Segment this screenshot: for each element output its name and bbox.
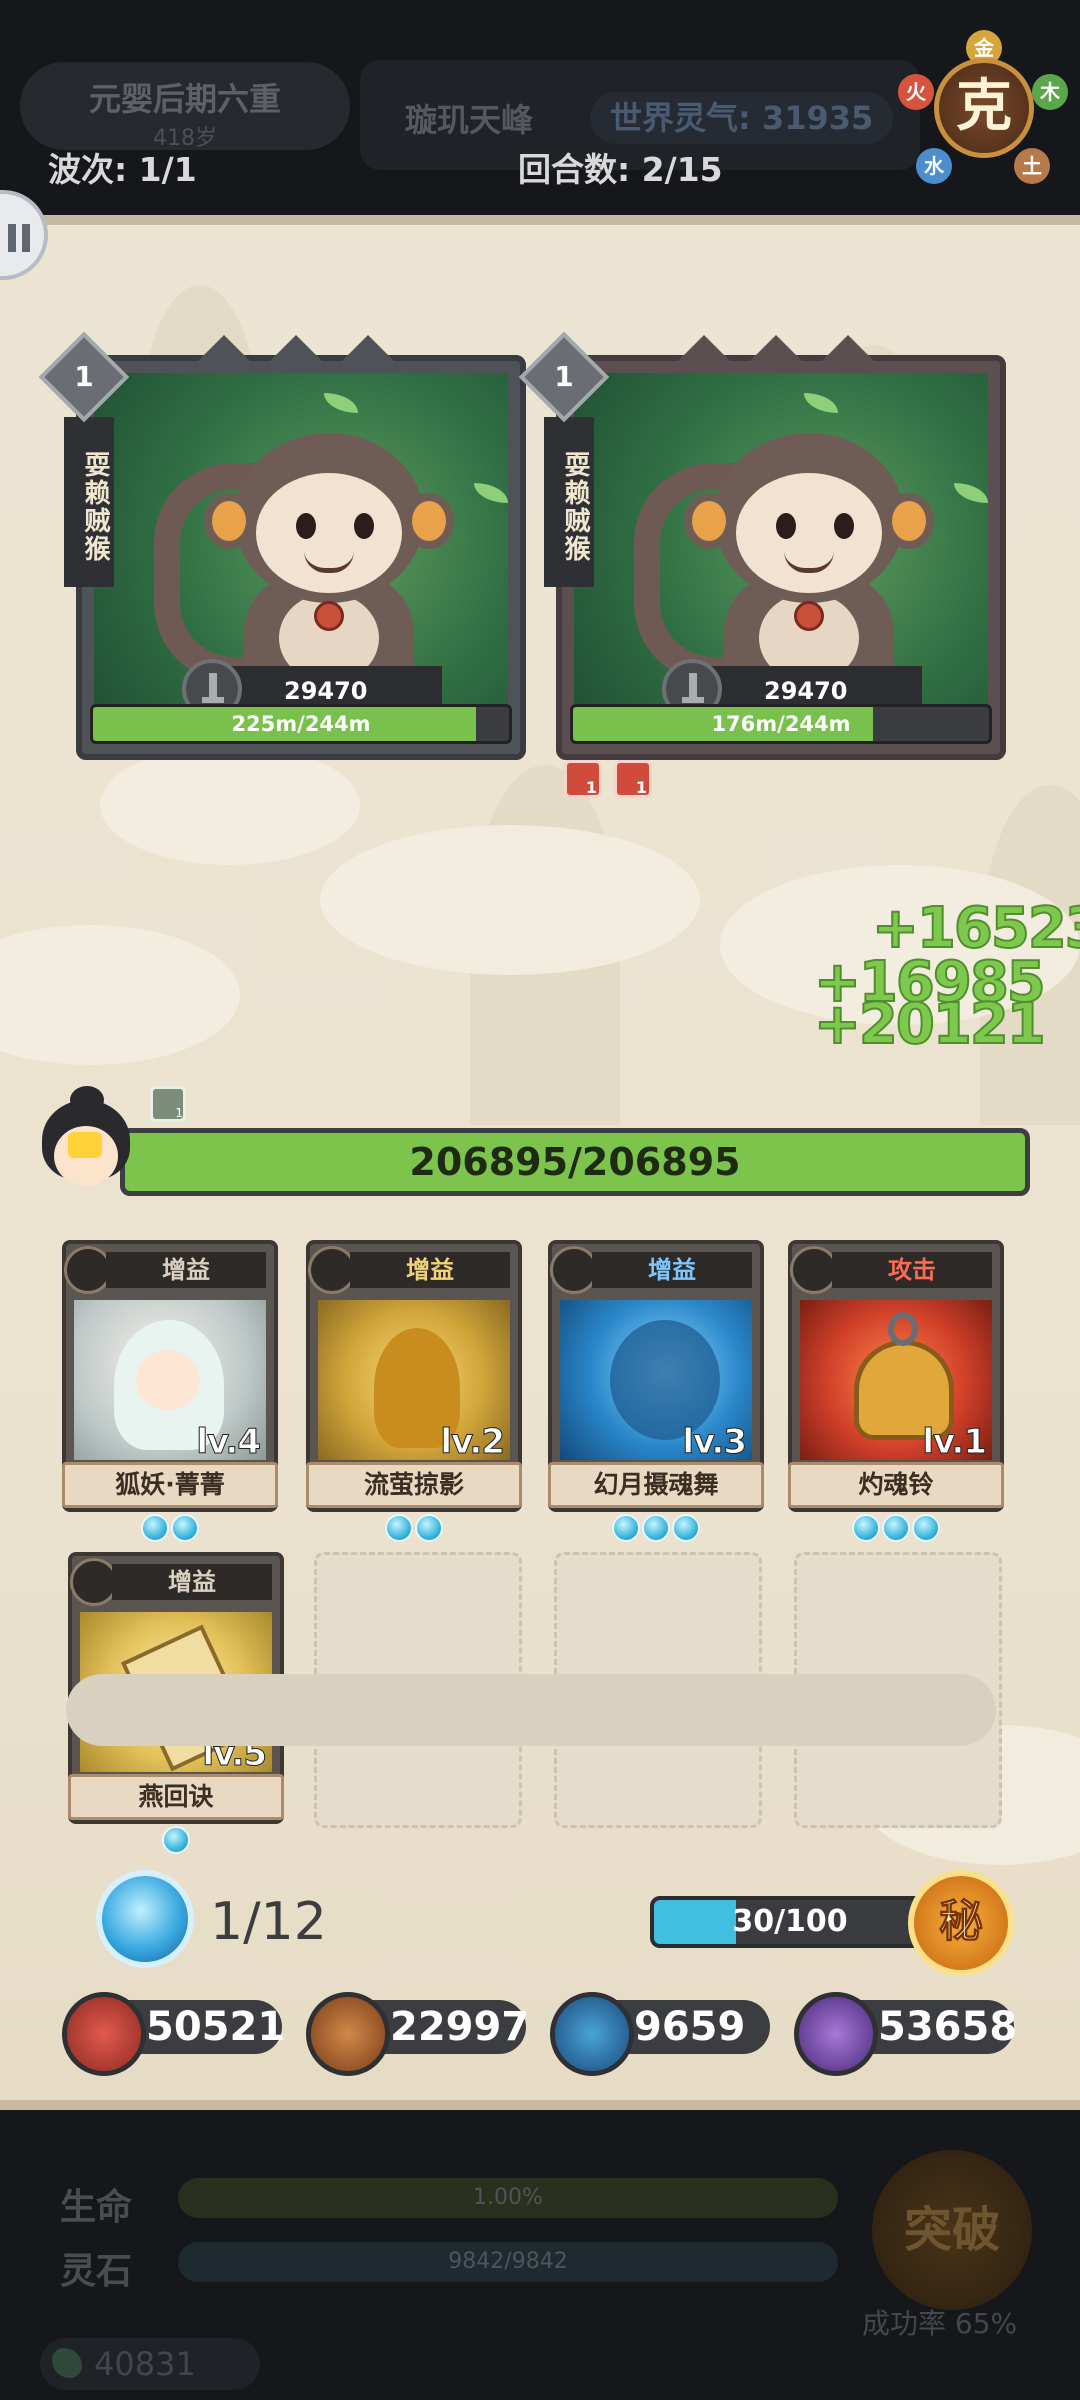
energy-row: [66, 1674, 996, 1746]
defense-down-icon[interactable]: 1: [614, 760, 652, 798]
fire-element: 火: [898, 74, 934, 110]
secret-skill-button[interactable]: 秘: [908, 1870, 1014, 1976]
skill-type-tag: 攻击: [832, 1252, 992, 1288]
enemy-card[interactable]: 耍赖贼猴 1 29470 176m/244m: [518, 331, 1006, 760]
enemy-hp-text: 176m/244m: [711, 712, 851, 736]
life-label: 生命: [60, 2187, 133, 2228]
buff-orb-icon: [550, 1246, 598, 1294]
world-qi-label: 世界灵气: 31935: [590, 92, 894, 144]
card-spike: [342, 335, 394, 361]
card-spike: [822, 335, 874, 361]
top-header: 元婴后期六重 418岁 璇玑天峰 世界灵气: 31935 波次: 1/1 回合数…: [0, 0, 1080, 215]
realm-label: 元婴后期六重: [88, 80, 281, 118]
success-rate: 成功率 65%: [862, 2307, 1018, 2340]
skill-card[interactable]: 增益 lv.3 幻月摄魂舞: [548, 1240, 764, 1542]
attack-orb-icon: [790, 1246, 838, 1294]
spirit-energy-icon: [96, 1870, 194, 1968]
card-spike: [198, 335, 250, 361]
skill-name: 灼魂铃: [788, 1462, 1004, 1508]
earth-element: 土: [1014, 148, 1050, 184]
restrain-icon: 克: [934, 58, 1034, 158]
skill-gems: [66, 1514, 274, 1544]
skill-name: 流萤掠影: [306, 1462, 522, 1508]
leaf-decor: [474, 483, 508, 503]
heal-number: +20121: [813, 991, 1047, 1058]
enemy-hp-text: 225m/244m: [231, 712, 371, 736]
five-elements-wheel[interactable]: 金 木 土 水 火 克: [898, 30, 1070, 190]
skill-type-tag: 增益: [112, 1564, 272, 1600]
wave-counter: 波次: 1/1: [48, 150, 197, 189]
enemy-level: 1: [74, 360, 94, 393]
attack-icon: [62, 1992, 146, 2076]
monkey-icon: [154, 423, 464, 693]
skill-card[interactable]: 增益 lv.4 狐妖·菁菁: [62, 1240, 278, 1542]
monkey-icon: [634, 423, 944, 693]
skill-gems: [792, 1514, 1000, 1544]
cloud-decor: [100, 745, 360, 865]
spirit-stone-count: 40831: [40, 2338, 260, 2390]
life-bar: 1.00%: [178, 2178, 838, 2218]
skill-level: lv.1: [922, 1422, 988, 1463]
breakthrough-button[interactable]: 突破: [872, 2150, 1032, 2310]
enemy-hp-bar: 176m/244m: [570, 704, 992, 744]
leaf-decor: [324, 393, 358, 413]
cloud-decor: [320, 825, 700, 975]
skill-type-tag: 增益: [350, 1252, 510, 1288]
secret-charge-text: 30/100: [732, 1904, 848, 1939]
skill-level: lv.2: [440, 1422, 506, 1463]
enemy-name: 耍赖贼猴: [64, 417, 114, 587]
energy-counter: 1/12: [210, 1892, 327, 1952]
water-element: 水: [916, 148, 952, 184]
skill-level: lv.3: [682, 1422, 748, 1463]
skill-name: 幻月摄魂舞: [548, 1462, 764, 1508]
skill-name: 狐妖·菁菁: [62, 1462, 278, 1508]
buff-orb-icon: [70, 1558, 118, 1606]
skill-gems: [552, 1514, 760, 1544]
location-label: 璇玑天峰: [405, 101, 534, 139]
attack-down-icon[interactable]: 1: [564, 760, 602, 798]
yinyang-icon: [794, 1992, 878, 2076]
enemy-name: 耍赖贼猴: [544, 417, 594, 587]
skill-level: lv.4: [196, 1422, 262, 1463]
enemy-level: 1: [554, 360, 574, 393]
player-hp-bar: 206895/206895: [120, 1128, 1030, 1196]
skill-gems: [310, 1514, 518, 1544]
spirit-stone-label: 灵石: [60, 2251, 133, 2292]
defense-icon: [306, 1992, 390, 2076]
enemy-hp-bar: 225m/244m: [90, 704, 512, 744]
wood-element: 木: [1032, 74, 1068, 110]
card-spike: [750, 335, 802, 361]
card-spike: [678, 335, 730, 361]
skill-name: 燕回诀: [68, 1774, 284, 1820]
skill-card[interactable]: 攻击 lv.1 灼魂铃: [788, 1240, 1004, 1542]
buff-orb-icon: [308, 1246, 356, 1294]
leaf-decor: [804, 393, 838, 413]
skill-gems: [72, 1826, 280, 1856]
secret-charge-bar: 30/100: [650, 1896, 930, 1948]
skill-type-tag: 增益: [106, 1252, 266, 1288]
buff-orb-icon: [64, 1246, 112, 1294]
card-spike: [270, 335, 322, 361]
swirl-icon: [550, 1992, 634, 2076]
player-avatar[interactable]: [32, 1086, 142, 1202]
shield-buff-icon[interactable]: 1: [150, 1086, 186, 1122]
spirit-stone-bar: 9842/9842: [178, 2242, 838, 2282]
leaf-decor: [954, 483, 988, 503]
enemy-card[interactable]: 耍赖贼猴 1 29470 225m/244m: [38, 331, 526, 760]
round-counter: 回合数: 2/15: [518, 150, 723, 189]
cloud-decor: [0, 925, 240, 1065]
skill-card[interactable]: 增益 lv.2 流萤掠影: [306, 1240, 522, 1542]
skill-type-tag: 增益: [592, 1252, 752, 1288]
realm-pill[interactable]: 元婴后期六重 418岁: [20, 62, 350, 151]
player-hp-text: 206895/206895: [409, 1140, 741, 1184]
